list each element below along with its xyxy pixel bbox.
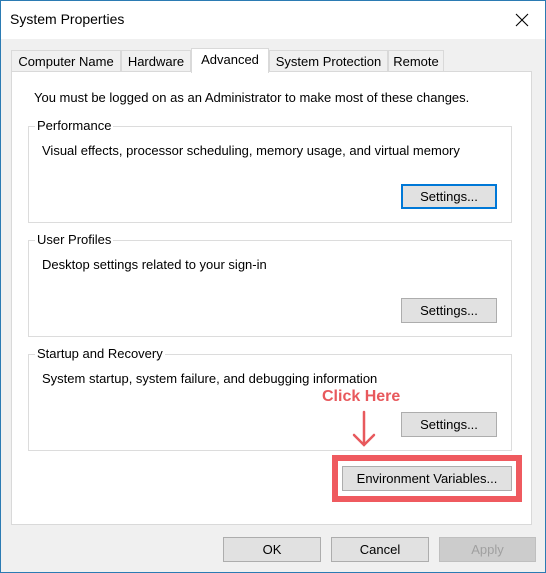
title-bar: System Properties <box>1 1 545 39</box>
tab-computer-name[interactable]: Computer Name <box>11 50 121 71</box>
user-profiles-group: User Profiles Desktop settings related t… <box>28 232 512 337</box>
tab-remote[interactable]: Remote <box>388 50 444 71</box>
startup-recovery-group-label: Startup and Recovery <box>35 346 165 362</box>
performance-group: Performance Visual effects, processor sc… <box>28 118 512 223</box>
performance-settings-button[interactable]: Settings... <box>401 184 497 209</box>
admin-notice: You must be logged on as an Administrato… <box>34 90 470 105</box>
tab-hardware[interactable]: Hardware <box>121 50 191 71</box>
startup-recovery-settings-button[interactable]: Settings... <box>401 412 497 437</box>
tab-system-protection[interactable]: System Protection <box>269 50 388 71</box>
cancel-button[interactable]: Cancel <box>331 537 429 562</box>
user-profiles-description: Desktop settings related to your sign-in <box>42 257 267 272</box>
close-button[interactable] <box>499 1 545 39</box>
tab-advanced[interactable]: Advanced <box>191 48 269 73</box>
system-properties-window: System Properties Computer Name Hardware… <box>0 0 546 573</box>
environment-variables-button[interactable]: Environment Variables... <box>342 466 512 491</box>
user-profiles-settings-button[interactable]: Settings... <box>401 298 497 323</box>
click-here-annotation: Click Here <box>322 388 401 405</box>
window-title: System Properties <box>10 11 125 27</box>
user-profiles-group-label: User Profiles <box>35 232 114 248</box>
close-icon <box>515 13 529 27</box>
performance-description: Visual effects, processor scheduling, me… <box>42 143 460 158</box>
ok-button[interactable]: OK <box>223 537 321 562</box>
arrow-down-icon <box>352 410 376 447</box>
advanced-tab-panel: You must be logged on as an Administrato… <box>11 71 532 525</box>
startup-recovery-description: System startup, system failure, and debu… <box>42 371 378 386</box>
performance-group-label: Performance <box>35 118 114 134</box>
startup-recovery-group: Startup and Recovery System startup, sys… <box>28 346 512 451</box>
apply-button[interactable]: Apply <box>439 537 536 562</box>
